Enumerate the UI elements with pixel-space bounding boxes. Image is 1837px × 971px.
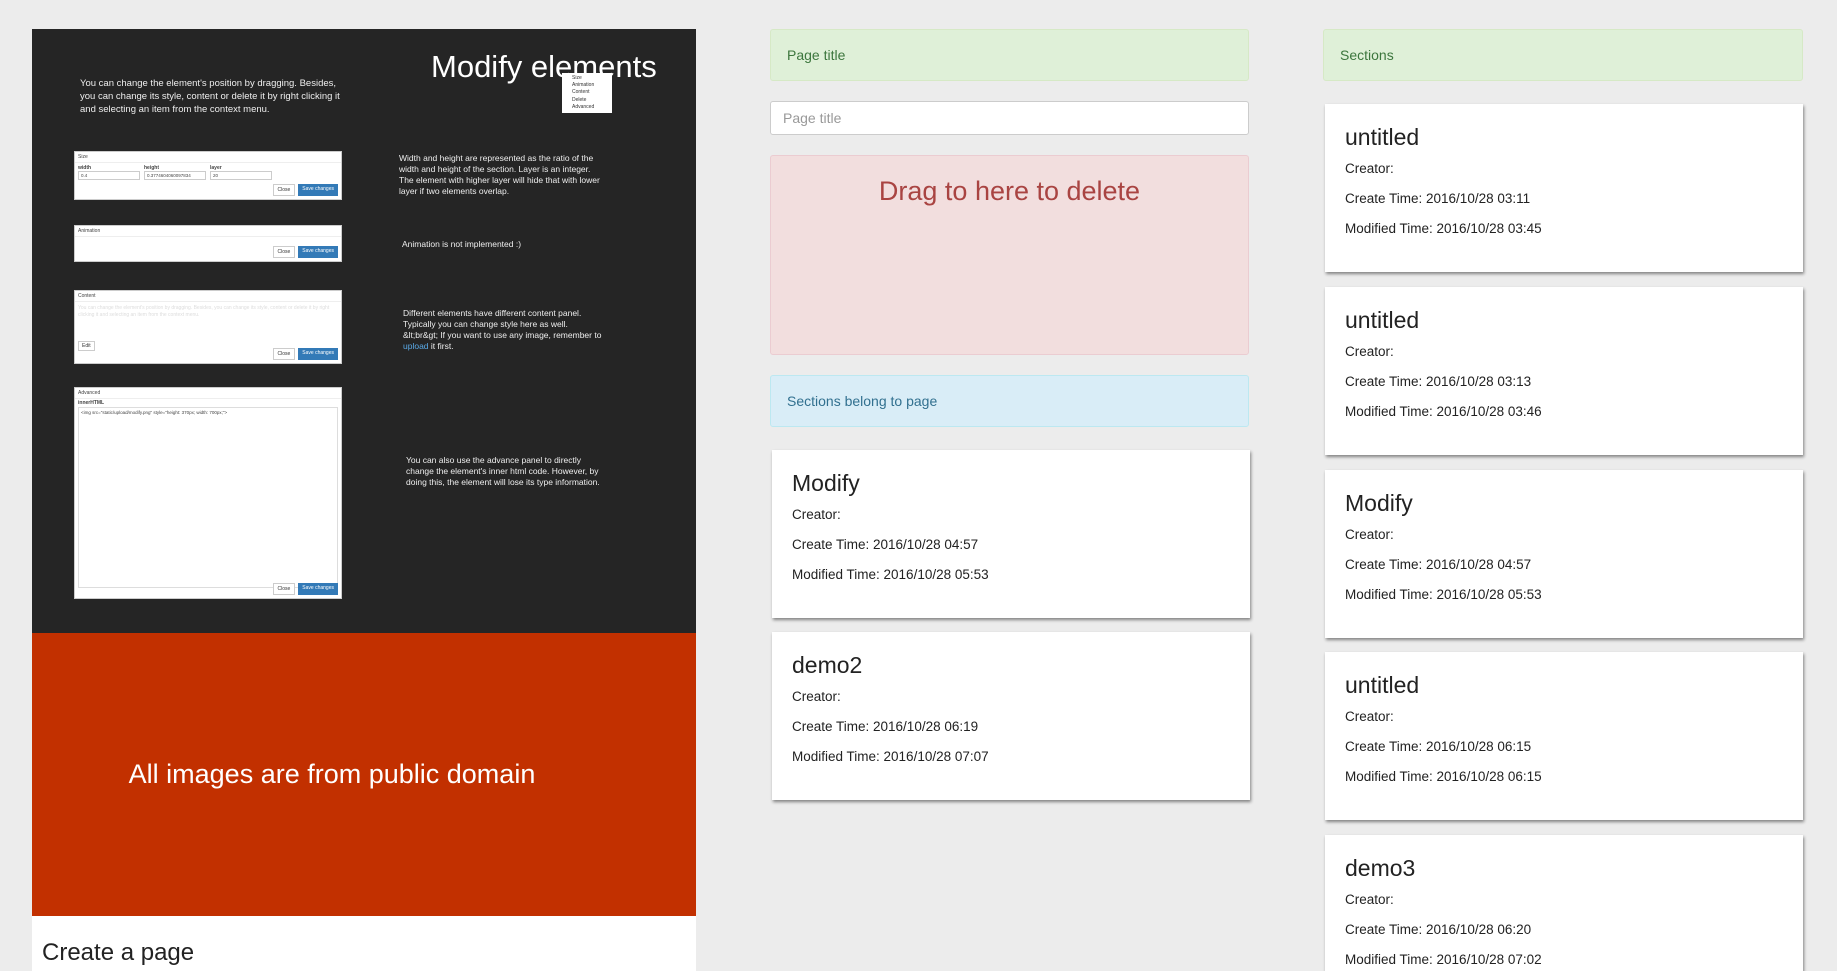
section-modified-time: Modified Time: 2016/10/28 07:07 [792, 749, 989, 764]
section-creator: Creator: [1345, 709, 1394, 724]
content-description-end: it first. [428, 341, 454, 351]
section-modified-time: Modified Time: 2016/10/28 03:46 [1345, 404, 1542, 419]
section-creator: Creator: [792, 507, 841, 522]
field-value: 0.4 [78, 171, 140, 180]
section-modified-time: Modified Time: 2016/10/28 03:45 [1345, 221, 1542, 236]
section-create-time: Create Time: 2016/10/28 06:20 [1345, 922, 1532, 937]
content-description-text: Different elements have different conten… [403, 308, 602, 340]
section-title: untitled [1345, 124, 1420, 150]
content-description[interactable]: Different elements have different conten… [403, 308, 603, 352]
context-menu-item: Content [572, 89, 590, 96]
section-creator: Creator: [1345, 892, 1394, 907]
close-button-image: Close [272, 348, 296, 360]
intro-text[interactable]: You can change the element's position by… [80, 77, 350, 116]
section-modified-time: Modified Time: 2016/10/28 07:02 [1345, 952, 1542, 967]
upload-link[interactable]: upload [403, 341, 429, 351]
page-section-card[interactable]: Modify Creator: Create Time: 2016/10/28 … [772, 450, 1250, 618]
page-title-label: Page title [770, 29, 1249, 81]
size-panel-screenshot[interactable]: Size width 0.4 height 0.3774604060097834… [74, 151, 342, 200]
section-creator: Creator: [1345, 344, 1394, 359]
preview-section-credits[interactable]: All images are from public domain [32, 633, 696, 916]
section-modified-time: Modified Time: 2016/10/28 06:15 [1345, 769, 1542, 784]
page-preview: Modify elements You can change the eleme… [32, 29, 696, 971]
section-title: demo3 [1345, 855, 1416, 881]
preview-section-modify[interactable]: Modify elements You can change the eleme… [32, 29, 696, 633]
public-domain-text[interactable]: All images are from public domain [32, 633, 632, 916]
field-value: 20 [210, 171, 272, 180]
section-creator: Creator: [1345, 161, 1394, 176]
sections-belong-label: Sections belong to page [770, 375, 1249, 427]
close-button-image: Close [272, 246, 296, 258]
sections-label: Sections [1323, 29, 1803, 81]
context-menu-item: Advanced [572, 103, 595, 110]
width-field: width 0.4 [78, 165, 140, 180]
size-description[interactable]: Width and height are represented as the … [399, 153, 604, 197]
section-title: untitled [1345, 307, 1420, 333]
create-page-heading[interactable]: Create a page [42, 939, 194, 967]
advanced-description[interactable]: You can also use the advance panel to di… [406, 455, 611, 488]
section-creator: Creator: [1345, 527, 1394, 542]
section-card[interactable]: untitled Creator: Create Time: 2016/10/2… [1325, 652, 1803, 820]
section-title: Modify [792, 470, 860, 496]
section-card[interactable]: Modify Creator: Create Time: 2016/10/28 … [1325, 470, 1803, 638]
size-panel-title: Size [75, 152, 341, 163]
advanced-panel-screenshot[interactable]: Advanced innerHTML <img src="static/uplo… [74, 387, 342, 599]
content-panel-text: You can change the element's position by… [78, 305, 330, 318]
context-menu-item: Delete [572, 96, 587, 103]
delete-zone-text: Drag to here to delete [878, 176, 1141, 206]
modify-elements-heading[interactable]: Modify elements [431, 49, 657, 85]
innerhtml-code: <img src="static/upload/modify.png" styl… [78, 407, 338, 588]
edit-button-image: Edit [78, 341, 95, 351]
section-card[interactable]: untitled Creator: Create Time: 2016/10/2… [1325, 287, 1803, 455]
field-value: 0.3774604060097834 [144, 171, 206, 180]
layer-field: layer 20 [210, 165, 272, 180]
save-button-image: Save changes [298, 184, 338, 196]
section-create-time: Create Time: 2016/10/28 06:15 [1345, 739, 1532, 754]
section-card[interactable]: untitled Creator: Create Time: 2016/10/2… [1325, 104, 1803, 272]
section-creator: Creator: [792, 689, 841, 704]
section-create-time: Create Time: 2016/10/28 03:11 [1345, 191, 1531, 206]
close-button-image: Close [272, 184, 296, 196]
section-create-time: Create Time: 2016/10/28 03:13 [1345, 374, 1532, 389]
animation-panel-screenshot[interactable]: Animation Close Save changes [74, 225, 342, 262]
advanced-panel-title: Advanced [75, 388, 341, 399]
height-field: height 0.3774604060097834 [144, 165, 206, 180]
section-title: demo2 [792, 652, 863, 678]
context-menu-screenshot[interactable]: Size Animation Content Delete Advanced [562, 73, 612, 113]
content-panel-title: Content [75, 291, 341, 302]
close-button-image: Close [272, 583, 296, 595]
page-title-input[interactable] [770, 101, 1249, 135]
section-create-time: Create Time: 2016/10/28 06:19 [792, 719, 979, 734]
save-button-image: Save changes [298, 583, 338, 595]
animation-description[interactable]: Animation is not implemented :) [402, 239, 602, 250]
save-button-image: Save changes [298, 246, 338, 258]
section-title: Modify [1345, 490, 1413, 516]
section-modified-time: Modified Time: 2016/10/28 05:53 [1345, 587, 1542, 602]
section-card[interactable]: demo3 Creator: Create Time: 2016/10/28 0… [1325, 835, 1803, 971]
section-title: untitled [1345, 672, 1420, 698]
animation-panel-title: Animation [75, 226, 341, 237]
section-create-time: Create Time: 2016/10/28 04:57 [792, 537, 979, 552]
section-modified-time: Modified Time: 2016/10/28 05:53 [792, 567, 989, 582]
delete-drop-zone[interactable]: Drag to here to delete [770, 155, 1249, 355]
context-menu-item: Size [572, 75, 582, 81]
page-section-card[interactable]: demo2 Creator: Create Time: 2016/10/28 0… [772, 632, 1250, 800]
content-panel-screenshot[interactable]: Content You can change the element's pos… [74, 290, 342, 364]
context-menu-item: Animation [572, 82, 595, 89]
save-button-image: Save changes [298, 348, 338, 360]
innerhtml-label: innerHTML [78, 400, 105, 406]
section-create-time: Create Time: 2016/10/28 04:57 [1345, 557, 1532, 572]
